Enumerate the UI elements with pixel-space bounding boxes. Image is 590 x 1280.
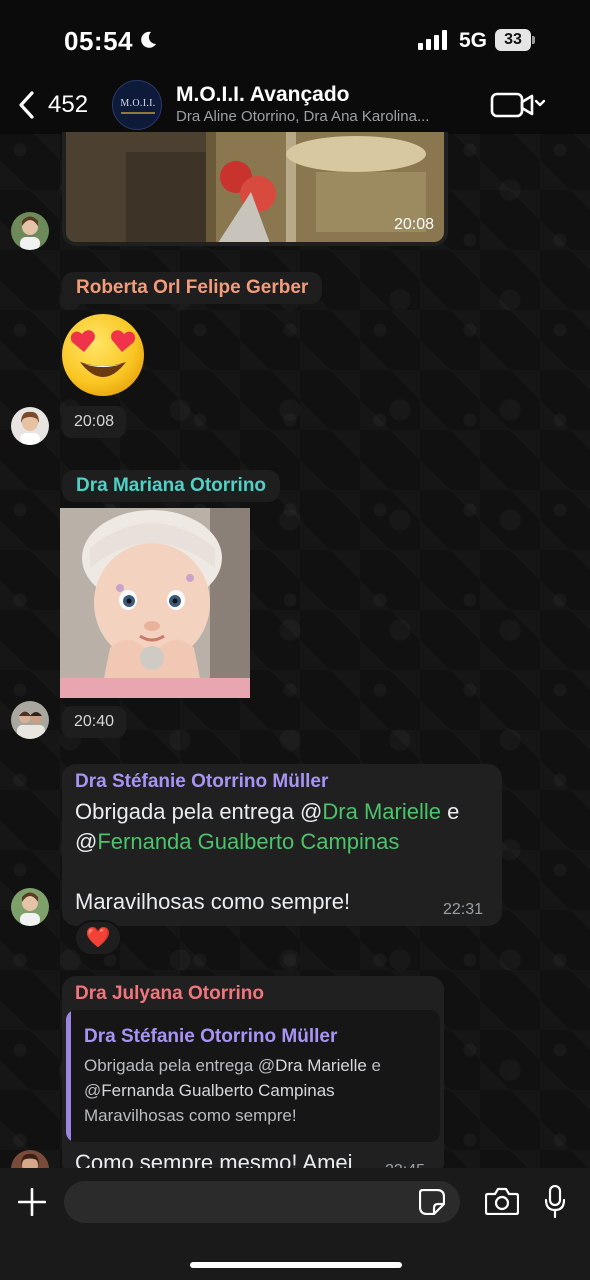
- message-time: 20:40: [62, 706, 127, 738]
- sender-avatar[interactable]: [11, 407, 49, 445]
- sender-avatar[interactable]: [11, 888, 49, 926]
- quote-text-line: Maravilhosas como sempre!: [84, 1106, 297, 1125]
- message-text-line: Obrigada pela entrega @Dra Marielle e: [75, 799, 459, 825]
- battery-cap: [532, 36, 535, 44]
- reaction-badge[interactable]: ❤️: [74, 920, 122, 956]
- video-call-icon[interactable]: [490, 90, 548, 120]
- kitchen-photo: [66, 132, 444, 242]
- battery-level: 33: [504, 31, 522, 48]
- message-image-baby[interactable]: [60, 508, 250, 698]
- sender-name-text: Roberta Orl Felipe Gerber: [76, 277, 309, 298]
- text-segment: e: [440, 799, 460, 824]
- sender-name[interactable]: Dra Julyana Otorrino: [75, 983, 264, 1005]
- quote-accent-bar: [66, 1010, 71, 1142]
- text-segment: Obrigada pela entrega @: [75, 799, 323, 824]
- message-text-line: @Fernanda Gualberto Campinas: [75, 829, 399, 855]
- quote-mention: Fernanda Gualberto Campinas: [101, 1081, 335, 1100]
- text-segment: Obrigada pela entrega @: [84, 1056, 276, 1075]
- status-time: 05:54: [64, 26, 133, 56]
- status-bar: 05:54 5G 33: [0, 0, 590, 78]
- sender-name[interactable]: Dra Mariana Otorrino: [62, 470, 281, 502]
- battery-indicator: 33: [495, 29, 535, 51]
- home-indicator[interactable]: [190, 1262, 402, 1268]
- camera-icon[interactable]: [485, 1187, 519, 1215]
- back-icon[interactable]: [16, 90, 36, 120]
- sticker-icon[interactable]: [419, 1189, 445, 1215]
- group-subtitle[interactable]: Dra Aline Otorrino, Dra Ana Karolina...: [176, 108, 476, 125]
- sender-name-text: Dra Mariana Otorrino: [76, 475, 267, 496]
- message-input[interactable]: [64, 1181, 460, 1223]
- text-segment: @: [84, 1081, 102, 1100]
- mention-link[interactable]: Fernanda Gualberto Campinas: [97, 829, 399, 854]
- chat-header: 452 M.O.I.I. M.O.I.I. Avançado Dra Aline…: [0, 78, 590, 134]
- signal-icon: [418, 30, 447, 50]
- message-time: 20:08: [62, 406, 127, 438]
- message-text-line: Maravilhosas como sempre!: [75, 889, 351, 914]
- message-time: 22:31: [443, 901, 484, 918]
- avatar-photo: [11, 212, 49, 250]
- quote-text-line: @Fernanda Gualberto Campinas: [84, 1081, 335, 1101]
- heart-eyes-emoji-icon[interactable]: [60, 312, 146, 398]
- sender-avatar[interactable]: [11, 212, 49, 250]
- message-image-kitchen[interactable]: 20:08: [62, 132, 448, 246]
- text-segment: @: [75, 829, 98, 854]
- text-segment: e: [366, 1056, 381, 1075]
- sender-name[interactable]: Dra Stéfanie Otorrino Müller: [75, 771, 328, 793]
- sender-avatar[interactable]: [11, 701, 49, 739]
- quoted-message[interactable]: Dra Stéfanie Otorrino Müller Obrigada pe…: [66, 1010, 440, 1142]
- message-input-bar: [0, 1168, 590, 1280]
- sender-name-text: Dra Stéfanie Otorrino Müller: [75, 771, 329, 792]
- network-label: 5G: [459, 29, 488, 52]
- heart-reaction-icon: ❤️: [85, 927, 111, 949]
- avatar-photo: [11, 888, 49, 926]
- moon-icon: [141, 31, 156, 48]
- group-title[interactable]: M.O.I.I. Avançado: [176, 83, 349, 107]
- message-time: 20:08: [393, 216, 434, 233]
- group-avatar[interactable]: M.O.I.I.: [112, 80, 162, 130]
- group-avatar-text: M.O.I.I.: [120, 98, 156, 109]
- sender-name[interactable]: Roberta Orl Felipe Gerber: [62, 272, 323, 304]
- quote-mention: Dra Marielle: [275, 1056, 367, 1075]
- baby-photo: [60, 508, 250, 698]
- group-avatar-underline: [121, 112, 155, 114]
- quote-text-line: Obrigada pela entrega @Dra Marielle e: [84, 1056, 381, 1076]
- sender-name-text: Dra Julyana Otorrino: [75, 983, 264, 1004]
- back-unread-count[interactable]: 452: [48, 91, 88, 119]
- mention-link[interactable]: Dra Marielle: [322, 799, 441, 824]
- mic-icon[interactable]: [544, 1185, 566, 1219]
- quote-sender: Dra Stéfanie Otorrino Müller: [84, 1026, 338, 1047]
- avatar-photo: [11, 701, 49, 739]
- message-bubble[interactable]: Dra Stéfanie Otorrino Müller Obrigada pe…: [62, 764, 502, 926]
- plus-icon[interactable]: [18, 1188, 46, 1216]
- avatar-photo: [11, 407, 49, 445]
